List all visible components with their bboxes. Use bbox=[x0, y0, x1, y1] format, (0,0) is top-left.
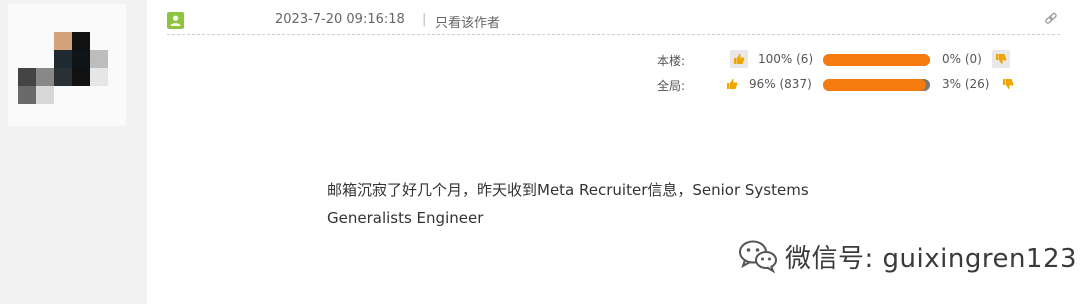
floor-rating-bar-fill bbox=[823, 54, 930, 66]
floor-rating-label: 本楼: bbox=[657, 54, 686, 68]
post-header: 2023-7-20 09:16:18 | 只看该作者 bbox=[167, 8, 1060, 35]
link-icon[interactable] bbox=[1044, 11, 1058, 30]
post-content-line: 邮箱沉寂了好几个月，昨天收到Meta Recruiter信息，Senior Sy… bbox=[327, 181, 809, 199]
floor-rating-bar bbox=[823, 54, 930, 66]
watermark-text: 微信号: guixingren123 bbox=[785, 243, 1078, 274]
overall-rating-label: 全局: bbox=[657, 79, 686, 93]
floor-up-percent: 100% (6) bbox=[758, 52, 814, 66]
thumb-up-icon[interactable] bbox=[730, 50, 748, 68]
avatar[interactable] bbox=[18, 32, 114, 116]
header-separator: | bbox=[422, 12, 427, 27]
view-author-only-link[interactable]: 只看该作者 bbox=[435, 12, 500, 31]
overall-rating-bar bbox=[823, 79, 930, 91]
overall-up-percent: 96% (837) bbox=[749, 77, 812, 91]
post-content: 邮箱沉寂了好几个月，昨天收到Meta Recruiter信息，Senior Sy… bbox=[327, 176, 887, 232]
avatar-frame bbox=[8, 4, 126, 126]
author-sidebar bbox=[0, 0, 147, 304]
post-timestamp: 2023-7-20 09:16:18 bbox=[275, 12, 405, 27]
floor-rating-row: 本楼: 100% (6) 0% (0) bbox=[657, 50, 1017, 70]
post-content-line: Generalists Engineer bbox=[327, 209, 484, 227]
wechat-watermark: 微信号: guixingren123 bbox=[737, 238, 1077, 274]
thumb-down-icon bbox=[999, 75, 1017, 93]
thumb-down-icon[interactable] bbox=[992, 50, 1010, 68]
overall-rating-row: 全局: 96% (837) 3% (26) bbox=[657, 75, 1017, 95]
floor-down-percent: 0% (0) bbox=[942, 52, 982, 66]
post-main: 2023-7-20 09:16:18 | 只看该作者 本楼: 100% (6) … bbox=[147, 0, 1080, 304]
overall-rating-bar-fill bbox=[823, 79, 926, 91]
online-status-icon bbox=[167, 12, 184, 29]
wechat-logo-icon bbox=[737, 238, 779, 274]
thumb-up-icon bbox=[723, 75, 741, 93]
overall-down-percent: 3% (26) bbox=[942, 77, 990, 91]
